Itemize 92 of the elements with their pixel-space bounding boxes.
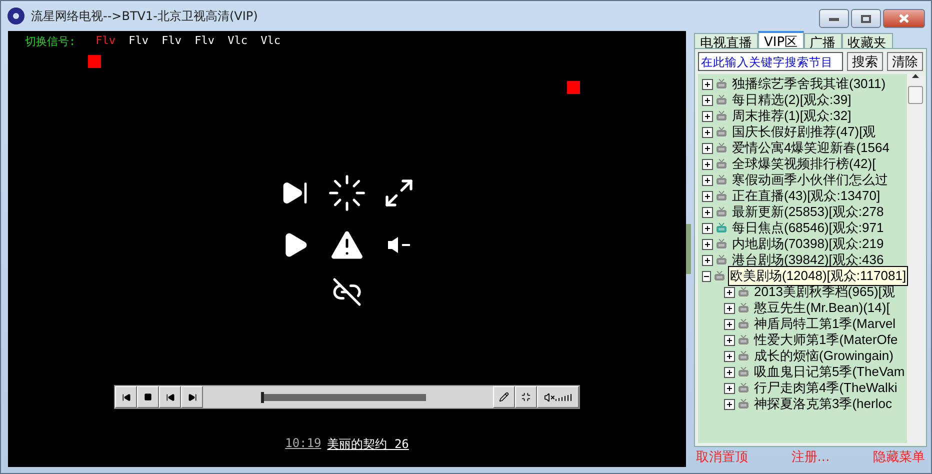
expand-icon[interactable] [724,334,735,346]
volume-button[interactable] [537,386,579,408]
search-button[interactable]: 搜索 [847,52,883,71]
minimize-button[interactable] [819,9,849,28]
next-button[interactable] [181,386,203,408]
expand-icon[interactable] [702,78,713,90]
expand-icon[interactable] [702,254,713,266]
collapse-icon[interactable] [702,270,711,282]
signal-source-link[interactable]: Vlc [260,34,294,49]
skip-back-icon [166,392,174,402]
pen-button[interactable] [493,386,515,408]
signal-source-link[interactable]: Flv [128,34,162,49]
marker-square [567,81,580,94]
tv-icon [738,303,749,313]
tv-icon [716,159,727,169]
scroll-up-icon [912,74,918,78]
tab[interactable]: 广播 [804,33,842,48]
mute-icon [544,392,554,402]
expand-icon[interactable] [724,302,735,314]
signal-label: 切换信号: [25,34,76,49]
tv-icon [716,79,727,89]
tv-icon [716,191,727,201]
pen-icon [499,392,509,402]
stop-icon [144,393,152,401]
tv-icon [716,143,727,153]
expand-icon[interactable] [702,158,713,170]
tree-item[interactable]: 欧美剧场(12048)[观众:117081] [728,266,908,286]
search-field[interactable]: 在此输入关键字搜索节目 [698,52,843,71]
previous-button[interactable] [115,386,137,408]
speaker-icon [388,237,410,253]
signal-source-link[interactable]: Flv [162,34,195,49]
app-logo-icon [7,7,25,25]
clear-button[interactable]: 清除 [887,52,923,71]
expand-icon[interactable] [702,190,713,202]
tv-icon [738,399,749,409]
tv-icon [738,351,749,361]
scrollbar[interactable] [907,74,923,443]
expand-icon[interactable] [724,382,735,394]
expand-icon[interactable] [702,94,713,106]
skip-back-icon [122,392,130,402]
tv-icon [716,223,727,233]
tv-icon [716,127,727,137]
broken-link-icon [332,277,362,307]
signal-source-link[interactable]: Flv [194,34,228,49]
skip-forward-icon [188,392,196,402]
expand-icon[interactable] [702,142,713,154]
fullscreen-button[interactable] [515,386,537,408]
signal-source-link[interactable]: Flv [96,34,129,49]
close-icon [899,14,909,23]
expand-icon[interactable] [724,398,735,410]
expand-icon[interactable] [702,238,713,250]
expand-icon[interactable] [702,110,713,122]
tv-icon [716,239,727,249]
tab[interactable]: VIP区 [758,31,804,48]
tv-icon [716,175,727,185]
scrollbar-thumb[interactable] [908,86,922,104]
expand-icon[interactable] [724,366,735,378]
expand-icon[interactable] [724,318,735,330]
expand-icon[interactable] [702,222,713,234]
tv-icon [716,95,727,105]
expand-icon[interactable] [724,286,735,298]
close-button[interactable] [883,9,925,28]
fullscreen-icon [521,392,531,402]
loading-spinner-icon [327,173,367,213]
expand-icon[interactable] [702,206,713,218]
progress-thumb[interactable] [261,392,264,403]
volume-level-icon [554,392,572,402]
minimize-icon [829,16,839,20]
fullscreen-icon [383,177,415,209]
window-title: 流星网络电视-->BTV1-北京卫视高清(VIP) [31,8,259,24]
tv-icon [738,383,749,393]
maximize-button[interactable] [851,9,881,28]
expand-icon[interactable] [724,350,735,362]
time-link[interactable]: 10:19 [285,436,322,453]
marker-square [88,55,101,68]
tv-icon [716,255,727,265]
tv-icon [716,207,727,217]
maximize-icon [861,14,871,22]
program-link[interactable]: 美丽的契约 26 [327,436,409,453]
tv-icon [738,367,749,377]
stop-button[interactable] [137,386,159,408]
tab[interactable]: 收藏夹 [842,33,893,48]
expand-icon[interactable] [702,174,713,186]
tv-icon [738,319,749,329]
rewind-button[interactable] [159,386,181,408]
tv-icon [738,335,749,345]
tv-icon [714,271,725,281]
tv-icon [716,111,727,121]
splitter-handle[interactable] [686,224,691,274]
tv-icon [738,287,749,297]
signal-source-link[interactable]: Vlc [228,34,261,49]
expand-icon[interactable] [702,126,713,138]
